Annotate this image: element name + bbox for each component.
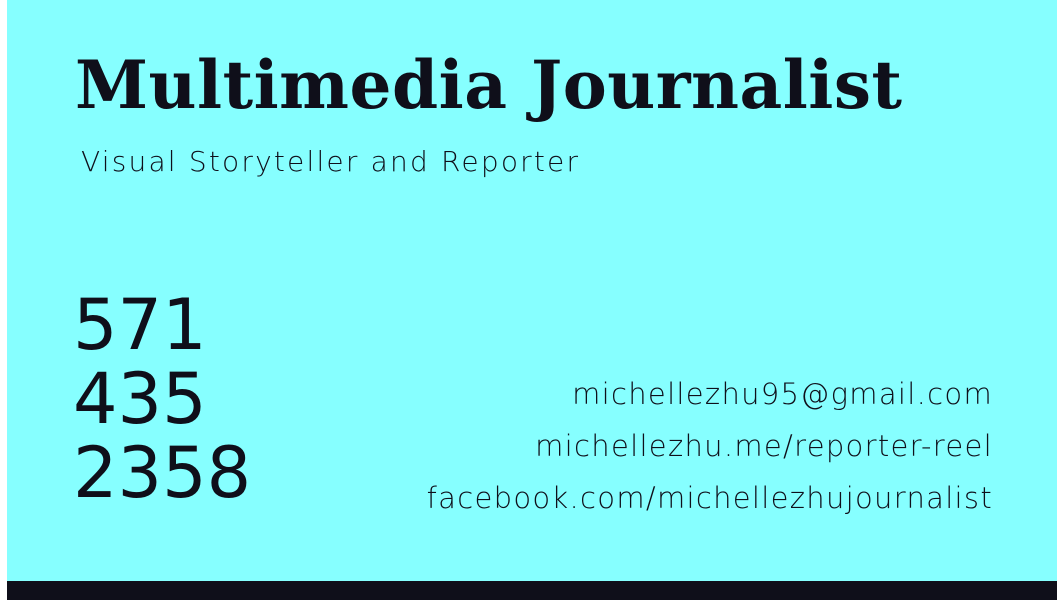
phone-part: 435 xyxy=(73,358,207,440)
email-text: michellezhu95@gmail.com xyxy=(572,377,993,411)
website-text: michellezhu.me/reporter-reel xyxy=(535,429,993,463)
bottom-bar xyxy=(7,581,1057,600)
facebook-text: facebook.com/michellezhujournalist xyxy=(426,481,993,515)
card-title: Multimedia Journalist xyxy=(75,46,903,124)
phone-number: 571 435 2358 xyxy=(73,288,251,510)
contact-list: michellezhu95@gmail.com michellezhu.me/r… xyxy=(427,368,993,524)
business-card: Multimedia Journalist Visual Storyteller… xyxy=(7,0,1057,600)
phone-part: 2358 xyxy=(73,432,252,514)
card-subtitle: Visual Storyteller and Reporter xyxy=(81,145,581,178)
phone-part: 571 xyxy=(73,284,207,366)
